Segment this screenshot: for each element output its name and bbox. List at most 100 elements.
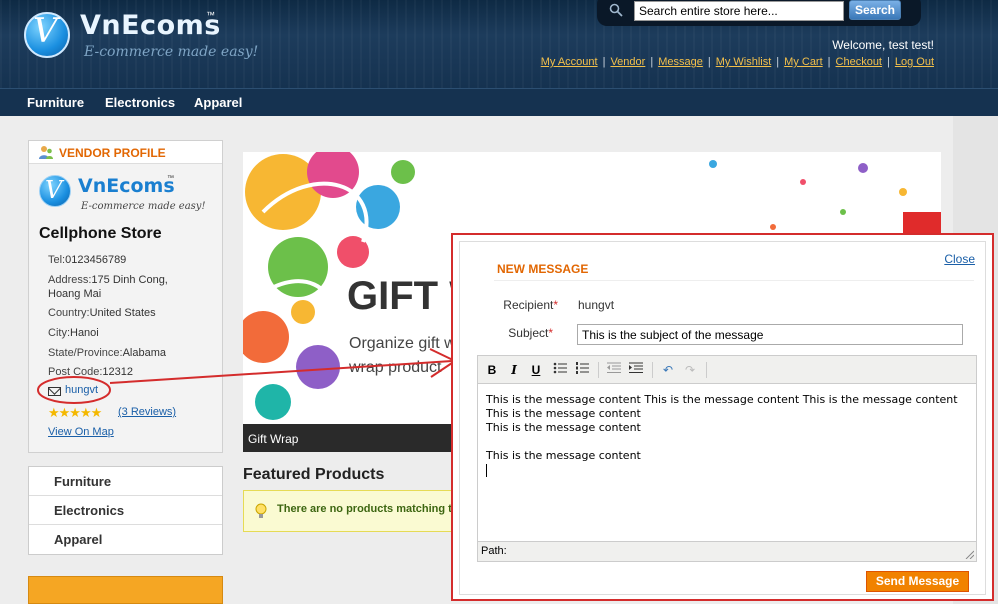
undo-button[interactable]: ↶: [658, 360, 678, 380]
numbered-list-button[interactable]: [572, 360, 592, 380]
postcode-value: 12312: [102, 366, 134, 378]
welcome-message: Welcome, test test!: [832, 38, 934, 52]
search-button[interactable]: Search: [849, 0, 901, 20]
main-nav: Furniture Electronics Apparel: [0, 88, 998, 116]
text-caret: [486, 463, 487, 477]
tel-label: Tel:: [48, 254, 66, 266]
recipient-value: hungvt: [578, 298, 615, 312]
underline-button[interactable]: U: [526, 360, 546, 380]
message-body-line: [486, 435, 968, 449]
city-value: Hanoi: [70, 327, 99, 339]
logo-name: VnEcoms: [80, 10, 221, 41]
recipient-label: Recipient*: [458, 298, 558, 312]
my-account-link[interactable]: My Account: [541, 56, 598, 68]
recipient-label-text: Recipient: [503, 298, 554, 312]
vendor-postcode: Post Code:12312: [48, 365, 133, 379]
link-separator: |: [602, 56, 606, 68]
message-body-line: This is the message content This is the …: [486, 393, 958, 406]
top-links: My Account | Vendor | Message | My Wishlist | My…: [541, 56, 934, 68]
banner-subtitle-line-1: Organize gift w: [349, 335, 456, 352]
toolbar-separator: [706, 362, 707, 378]
redo-button[interactable]: ↷: [680, 360, 700, 380]
reviews-link[interactable]: (3 Reviews): [118, 406, 176, 418]
vendor-logo-v-glyph: V: [45, 176, 63, 204]
no-products-text: There are no products matching t: [277, 503, 452, 515]
vendor-logo-trademark: ™: [167, 175, 174, 182]
view-on-map-link[interactable]: View On Map: [48, 426, 114, 438]
nav-item-furniture[interactable]: Furniture: [27, 95, 84, 110]
vendor-link[interactable]: Vendor: [610, 56, 645, 68]
search-input[interactable]: [634, 1, 844, 21]
message-body-line: This is the message content: [486, 407, 641, 420]
link-separator: |: [776, 56, 780, 68]
logo-tagline: E-commerce made easy!: [84, 44, 259, 60]
city-label: City:: [48, 327, 70, 339]
vendor-logo-tagline: E-commerce made easy!: [81, 201, 206, 212]
category-item-apparel[interactable]: Apparel: [29, 525, 222, 554]
italic-button[interactable]: I: [504, 360, 524, 380]
vendor-tel: Tel:0123456789: [48, 253, 126, 267]
numbered-list-icon: [576, 362, 589, 374]
country-value: United States: [89, 307, 156, 319]
search-icon: [609, 3, 623, 17]
log-out-link[interactable]: Log Out: [895, 56, 934, 68]
outdent-icon: [607, 362, 621, 373]
subject-input[interactable]: [577, 324, 963, 345]
rating-stars: ★★★★★: [48, 405, 102, 420]
message-vendor-link[interactable]: hungvt: [65, 384, 98, 396]
new-message-dialog: Close NEW MESSAGE Recipient* hungvt Subj…: [451, 233, 994, 601]
site-header: V VnEcoms ™ E-commerce made easy! Search…: [0, 0, 998, 88]
message-editor: B I U ↶ ↷ This is the message content Th…: [477, 355, 977, 562]
checkout-link[interactable]: Checkout: [836, 56, 882, 68]
bullet-list-button[interactable]: [550, 360, 570, 380]
link-separator: |: [650, 56, 654, 68]
message-body-editor[interactable]: This is the message content This is the …: [478, 385, 976, 540]
nav-item-apparel[interactable]: Apparel: [194, 95, 242, 110]
message-body-line: This is the message content: [486, 449, 641, 462]
vendor-address: Address:175 Dinh Cong, Hoang Mai: [48, 273, 168, 301]
vendor-country: Country:United States: [48, 306, 156, 320]
send-message-button[interactable]: Send Message: [866, 571, 969, 592]
title-divider: [494, 280, 974, 281]
indent-button[interactable]: [626, 360, 646, 380]
nav-item-electronics[interactable]: Electronics: [105, 95, 175, 110]
outdent-button[interactable]: [604, 360, 624, 380]
subject-label-text: Subject: [508, 326, 549, 340]
vendor-city: City:Hanoi: [48, 326, 99, 340]
category-item-electronics[interactable]: Electronics: [29, 496, 222, 525]
new-message-panel: Close NEW MESSAGE Recipient* hungvt Subj…: [459, 241, 986, 595]
link-separator: |: [827, 56, 831, 68]
store-name: Cellphone Store: [39, 225, 162, 242]
address-label: Address:: [48, 274, 92, 286]
message-link[interactable]: Message: [658, 56, 703, 68]
category-item-furniture[interactable]: Furniture: [29, 467, 222, 496]
link-separator: |: [707, 56, 711, 68]
toolbar-separator: [598, 362, 599, 378]
tel-value: 0123456789: [65, 254, 127, 266]
link-separator: |: [887, 56, 890, 68]
country-label: Country:: [48, 307, 90, 319]
vendor-state: State/Province:Alabama: [48, 346, 166, 360]
logo-trademark: ™: [206, 10, 215, 20]
toolbar-separator: [652, 362, 653, 378]
resize-handle-icon[interactable]: [964, 549, 974, 559]
logo-v-glyph: V: [33, 11, 58, 51]
address-line-1: 175 Dinh Cong,: [91, 274, 168, 286]
required-marker: *: [553, 298, 558, 312]
path-label: Path:: [481, 545, 507, 557]
dialog-title: NEW MESSAGE: [497, 262, 589, 276]
category-list: Furniture Electronics Apparel: [28, 466, 223, 555]
search-bar: Search: [597, 0, 921, 26]
close-link[interactable]: Close: [944, 252, 975, 266]
no-products-notice: There are no products matching t: [243, 490, 463, 532]
my-cart-link[interactable]: My Cart: [784, 56, 823, 68]
promo-banner[interactable]: [28, 576, 223, 604]
banner-subtitle: Organize gift w wrap product: [349, 332, 456, 380]
bold-button[interactable]: B: [482, 360, 502, 380]
vendor-profile-header: VENDOR PROFILE: [29, 141, 222, 164]
vendor-logo-name: VnEcoms: [78, 175, 175, 197]
banner-subtitle-line-2: wrap product: [349, 359, 442, 376]
my-wishlist-link[interactable]: My Wishlist: [716, 56, 772, 68]
required-marker: *: [548, 326, 553, 340]
text-caret-line: [486, 463, 968, 477]
